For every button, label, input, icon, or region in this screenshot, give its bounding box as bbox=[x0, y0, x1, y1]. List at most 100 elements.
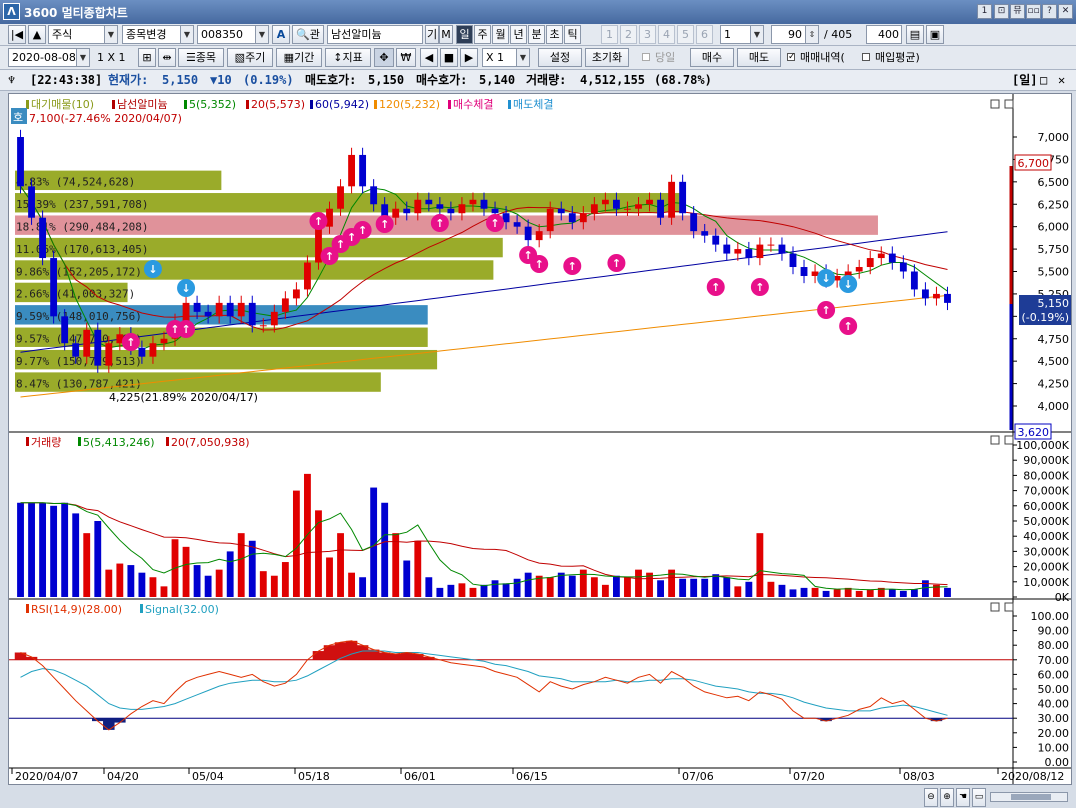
volume-bar bbox=[160, 586, 168, 597]
volume-bar bbox=[635, 569, 642, 597]
save-icon[interactable]: ▣ bbox=[926, 25, 944, 44]
window-help-button[interactable]: ? bbox=[1042, 4, 1057, 19]
gi-button[interactable]: 기 bbox=[425, 25, 439, 44]
volume-bar bbox=[491, 580, 499, 597]
x-tick-label: 07/20 bbox=[793, 770, 825, 783]
candle-body bbox=[668, 181, 676, 218]
period-minute[interactable]: 분 bbox=[528, 25, 545, 44]
period-week[interactable]: 주 bbox=[474, 25, 491, 44]
panel-window-icon[interactable]: □ bbox=[1040, 70, 1047, 91]
stop-icon[interactable]: ■ bbox=[440, 48, 458, 67]
unit-preset-4[interactable]: 4 bbox=[658, 25, 675, 44]
volume-tick-label: 50,000K bbox=[1023, 515, 1069, 528]
today-checkbox[interactable] bbox=[642, 53, 650, 61]
code-input[interactable]: 008350 ▼ bbox=[197, 25, 269, 44]
indicator-button[interactable]: ↕지표 bbox=[325, 48, 371, 67]
up-arrow-icon[interactable]: ▲ bbox=[28, 25, 46, 44]
unit-preset-6[interactable]: 6 bbox=[696, 25, 713, 44]
current-price-label: 현재가: bbox=[108, 73, 149, 87]
buy-button[interactable]: 매수 bbox=[690, 48, 734, 67]
window-close-button[interactable]: ✕ bbox=[1058, 4, 1073, 19]
reset-button[interactable]: 초기화 bbox=[585, 48, 629, 67]
volume-bar bbox=[215, 569, 223, 597]
zoom-out-icon[interactable]: ⊖ bbox=[924, 788, 938, 807]
candle-body bbox=[337, 186, 344, 209]
stock-name-field[interactable]: 남선알미늄 bbox=[327, 25, 423, 44]
item-change-select[interactable]: 종목변경 ▼ bbox=[122, 25, 194, 44]
candle-body bbox=[226, 302, 234, 317]
zoom-select[interactable]: X 1 ▼ bbox=[482, 48, 530, 67]
unit-preset-5[interactable]: 5 bbox=[677, 25, 694, 44]
volume-profile-label: 8.47% (130,787,421) bbox=[16, 377, 142, 390]
today-label: 당일 bbox=[655, 51, 676, 64]
grid-icon[interactable]: ⊞ bbox=[138, 48, 156, 67]
volume-bar bbox=[381, 502, 389, 597]
candle-body bbox=[944, 293, 951, 303]
rsi-tick-label: 70.00 bbox=[1038, 654, 1070, 667]
settings-button[interactable]: 설정 bbox=[538, 48, 582, 67]
chevron-down-icon: ▼ bbox=[76, 49, 89, 66]
volume-tick-label: 80,000K bbox=[1023, 469, 1069, 482]
window-link-button[interactable]: ⊡ bbox=[994, 4, 1009, 19]
market-select[interactable]: 주식 ▼ bbox=[48, 25, 118, 44]
max-price-label: 7,100(-27.46% 2020/04/07) bbox=[29, 112, 182, 125]
candle-body bbox=[877, 253, 885, 259]
candle-body bbox=[524, 226, 532, 241]
unit-preset-1[interactable]: 1 bbox=[601, 25, 618, 44]
search-button[interactable]: 🔍관 bbox=[292, 25, 324, 44]
volume-bar bbox=[270, 575, 278, 597]
window-num-button[interactable]: 1 bbox=[977, 4, 992, 19]
list-icon[interactable]: ▤ bbox=[906, 25, 924, 44]
chart-area[interactable]: 4.83% (74,524,628) 15.39% (237,591,708) 18… bbox=[8, 93, 1072, 785]
unit-select[interactable]: 1 ▼ bbox=[720, 25, 764, 44]
hand-icon[interactable]: ☚ bbox=[956, 788, 970, 807]
volume-bar bbox=[756, 533, 764, 597]
count-spinner[interactable]: 90 ⇕ bbox=[771, 25, 819, 44]
panel-close-icon[interactable]: ✕ bbox=[1058, 70, 1065, 91]
crosshair-icon[interactable]: ✥ bbox=[374, 48, 394, 67]
volume-bar bbox=[701, 578, 709, 597]
status-bar: ⊖ ⊕ ☚ ▭ bbox=[0, 786, 1076, 808]
volume-bar bbox=[127, 565, 135, 597]
item-button[interactable]: ☰종목 bbox=[178, 48, 224, 67]
code-search-icon[interactable]: A bbox=[272, 25, 290, 44]
trades-checkbox[interactable]: ✓ bbox=[787, 53, 796, 62]
chart-svg[interactable]: 4.83% (74,524,628)15.39% (237,591,708)18… bbox=[9, 94, 1071, 784]
period-second[interactable]: 초 bbox=[546, 25, 563, 44]
period-day[interactable]: 일 bbox=[456, 25, 473, 44]
volume-tick-label: 60,000K bbox=[1023, 500, 1069, 513]
scroll-thumb[interactable] bbox=[1011, 794, 1051, 800]
sell-marker-arrow: ↓ bbox=[844, 278, 853, 291]
date-select[interactable]: 2020-08-08 ▼ bbox=[8, 48, 90, 67]
first-item-button[interactable]: |◀ bbox=[8, 25, 26, 44]
sell-button[interactable]: 매도 bbox=[737, 48, 781, 67]
period-button[interactable]: ▦기간 bbox=[276, 48, 322, 67]
unit-preset-2[interactable]: 2 bbox=[620, 25, 637, 44]
candle-body bbox=[83, 329, 91, 357]
period-month[interactable]: 월 bbox=[492, 25, 509, 44]
cycle-button[interactable]: ▧주기 bbox=[227, 48, 273, 67]
fit-icon[interactable]: ▭ bbox=[972, 788, 986, 807]
window-pin-button[interactable]: 뮤 bbox=[1010, 4, 1025, 19]
price-legend-item: 60(5,942) bbox=[315, 98, 369, 111]
period-tick[interactable]: 틱 bbox=[564, 25, 581, 44]
scroll-right-icon[interactable]: ▶ bbox=[460, 48, 478, 67]
candle-body bbox=[237, 302, 245, 317]
scroll-left-icon[interactable]: ◀ bbox=[420, 48, 438, 67]
zoom-in-icon[interactable]: ⊕ bbox=[940, 788, 954, 807]
split-icon[interactable]: ⇹ bbox=[158, 48, 176, 67]
unit-preset-3[interactable]: 3 bbox=[639, 25, 656, 44]
pin-icon[interactable]: ♆ bbox=[8, 70, 15, 91]
volume-bar bbox=[370, 487, 378, 597]
horizontal-scrollbar[interactable] bbox=[990, 792, 1068, 802]
avg-checkbox[interactable] bbox=[862, 53, 870, 61]
spinner-arrows-icon[interactable]: ⇕ bbox=[805, 26, 818, 43]
window-menu-button[interactable]: ▫▫ bbox=[1026, 4, 1041, 19]
m-button[interactable]: M bbox=[439, 25, 453, 44]
legend-swatch bbox=[112, 100, 115, 109]
won-button[interactable]: ₩ bbox=[396, 48, 416, 67]
buy-marker-arrow: ↑ bbox=[711, 281, 720, 294]
max-count-input[interactable]: 400 bbox=[866, 25, 902, 44]
volume-bar bbox=[105, 569, 113, 597]
period-year[interactable]: 년 bbox=[510, 25, 527, 44]
